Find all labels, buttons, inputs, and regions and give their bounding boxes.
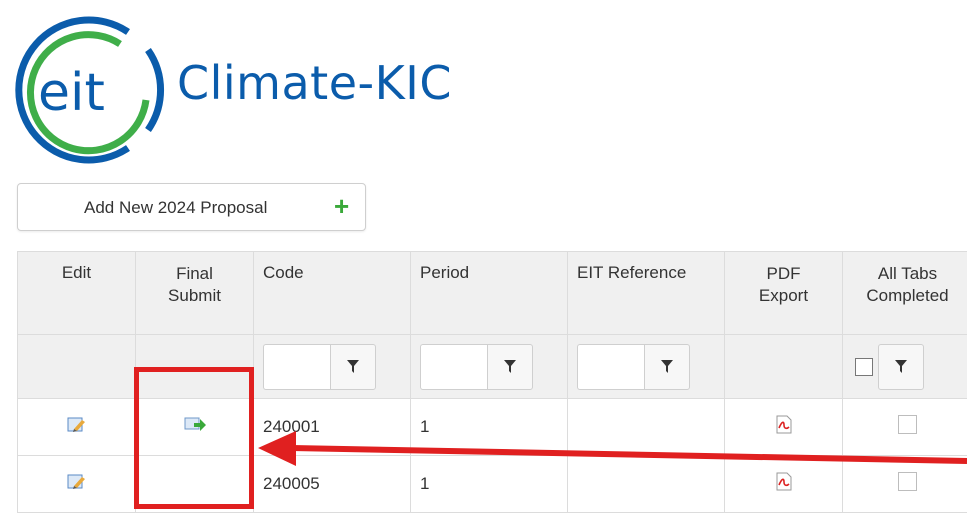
annotation-arrow [258,431,967,466]
